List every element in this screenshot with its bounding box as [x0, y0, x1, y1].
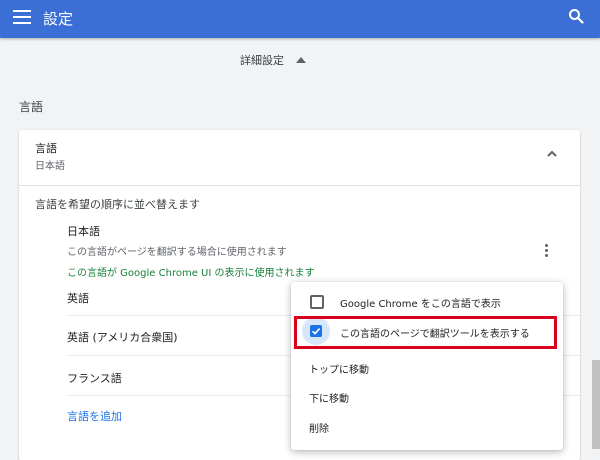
caret-up-icon — [296, 57, 306, 63]
languages-header-title: 言語 — [35, 142, 57, 155]
scrollbar[interactable] — [592, 360, 600, 449]
advanced-settings-label: 詳細設定 — [240, 54, 284, 67]
language-item-french: フランス語 — [67, 372, 122, 385]
language-name: 日本語 — [67, 225, 100, 238]
hamburger-menu-icon[interactable] — [13, 10, 31, 24]
menu-item-move-to-top[interactable]: トップに移動 — [291, 354, 563, 382]
language-order-label: 言語を希望の順序に並べ替えます — [35, 198, 200, 211]
annotation-highlight-box — [294, 316, 557, 349]
language-description: この言語がページを翻訳する場合に使用されます — [67, 247, 287, 258]
language-ui-note: この言語が Google Chrome UI の表示に使用されます — [67, 268, 315, 279]
menu-item-label: トップに移動 — [309, 365, 369, 376]
section-heading-languages: 言語 — [19, 100, 44, 114]
add-language-link[interactable]: 言語を追加 — [67, 408, 122, 424]
menu-item-move-down[interactable]: 下に移動 — [291, 383, 563, 411]
languages-header-subtitle: 日本語 — [35, 161, 65, 172]
more-vert-icon[interactable] — [545, 244, 549, 258]
top-app-bar: 設定 — [0, 0, 600, 38]
language-item-english-us: 英語 (アメリカ合衆国) — [67, 331, 178, 344]
page-title: 設定 — [43, 10, 74, 28]
menu-item-label: 削除 — [309, 424, 329, 435]
menu-item-remove[interactable]: 削除 — [291, 413, 563, 441]
menu-item-label: Google Chrome をこの言語で表示 — [340, 299, 501, 310]
language-item-english: 英語 — [67, 292, 89, 305]
divider — [19, 185, 580, 186]
advanced-settings-toggle[interactable]: 詳細設定 — [240, 49, 306, 71]
language-context-menu: Google Chrome をこの言語で表示 この言語のページで翻訳ツールを表示… — [291, 282, 563, 450]
language-item-japanese: 日本語 この言語がページを翻訳する場合に使用されます この言語が Google … — [67, 223, 547, 279]
menu-item-display-chrome-in-language[interactable]: Google Chrome をこの言語で表示 — [291, 288, 563, 316]
checkbox-unchecked-icon[interactable] — [310, 295, 324, 309]
search-icon[interactable] — [568, 8, 584, 24]
menu-item-label: 下に移動 — [309, 394, 349, 405]
chevron-up-icon[interactable] — [546, 149, 558, 159]
